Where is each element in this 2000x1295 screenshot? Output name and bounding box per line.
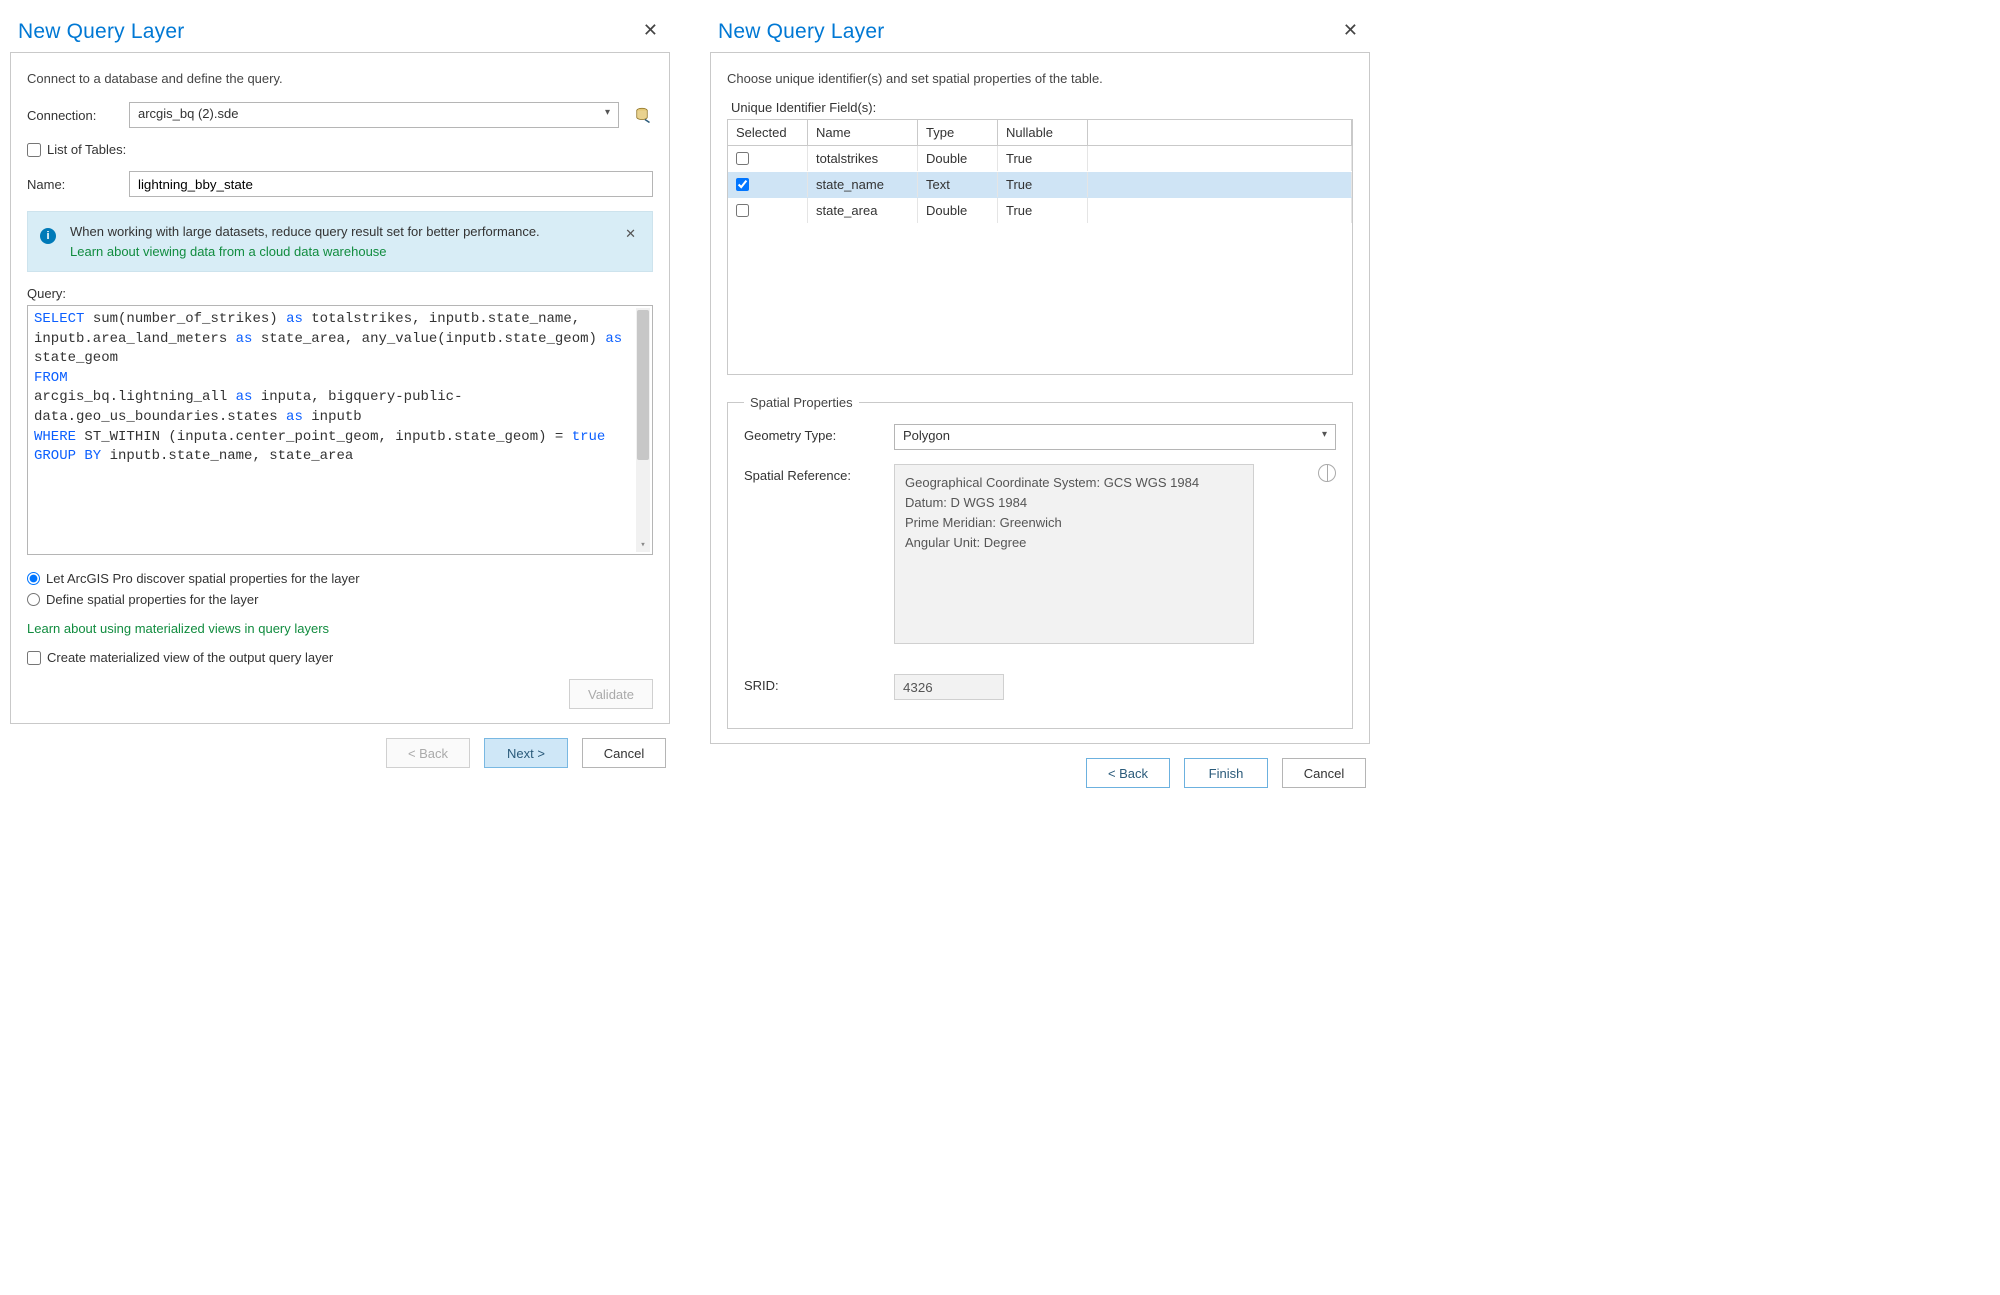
radio-define[interactable] (27, 593, 40, 606)
materialized-view-label: Create materialized view of the output q… (47, 650, 333, 665)
finish-button[interactable]: Finish (1184, 758, 1268, 788)
cell-nullable: True (998, 198, 1088, 223)
titlebar: New Query Layer ✕ (710, 10, 1370, 52)
cell-type: Text (918, 172, 998, 197)
query-label: Query: (27, 286, 653, 301)
uid-header-row: Selected Name Type Nullable (728, 120, 1352, 146)
geometry-type-label: Geometry Type: (744, 424, 874, 443)
uid-checkbox[interactable] (736, 204, 749, 217)
uid-checkbox[interactable] (736, 152, 749, 165)
srid-label: SRID: (744, 674, 874, 693)
spatial-properties-group: Spatial Properties Geometry Type: Polygo… (727, 395, 1353, 729)
dialog-title: New Query Layer (18, 20, 184, 44)
info-text: When working with large datasets, reduce… (70, 222, 607, 261)
table-row[interactable]: state_areaDoubleTrue (728, 198, 1352, 224)
validate-button[interactable]: Validate (569, 679, 653, 709)
spatial-reference-row: Spatial Reference: Geographical Coordina… (744, 464, 1336, 644)
cell-type: Double (918, 146, 998, 171)
wizard-footer: < Back Next > Cancel (10, 724, 670, 772)
validate-row: Validate (27, 679, 653, 709)
radio-discover-label: Let ArcGIS Pro discover spatial properti… (46, 571, 360, 586)
cell-type: Double (918, 198, 998, 223)
spatial-legend: Spatial Properties (744, 395, 859, 410)
spatial-reference-line: Geographical Coordinate System: GCS WGS … (905, 473, 1243, 493)
col-nullable: Nullable (998, 120, 1088, 146)
spatial-reference-line: Datum: D WGS 1984 (905, 493, 1243, 513)
list-tables-label: List of Tables: (47, 142, 126, 157)
scroll-thumb[interactable] (637, 310, 649, 460)
uid-table: Selected Name Type Nullable totalstrikes… (727, 119, 1353, 375)
radio-discover-row[interactable]: Let ArcGIS Pro discover spatial properti… (27, 571, 653, 586)
list-tables-checkbox[interactable] (27, 143, 41, 157)
geometry-type-dropdown[interactable]: Polygon (894, 424, 1336, 450)
info-close-icon[interactable]: ✕ (621, 222, 640, 246)
cell-nullable: True (998, 146, 1088, 171)
layer-name-input[interactable] (129, 171, 653, 197)
info-line: When working with large datasets, reduce… (70, 222, 607, 242)
cell-name: totalstrikes (808, 146, 918, 171)
spatial-reference-line: Prime Meridian: Greenwich (905, 513, 1243, 533)
info-icon: i (40, 228, 56, 244)
scrollbar[interactable]: ▴ ▾ (636, 308, 650, 552)
spatial-reference-box: Geographical Coordinate System: GCS WGS … (894, 464, 1254, 644)
close-icon[interactable]: ✕ (1339, 20, 1362, 41)
uid-table-empty-area (728, 224, 1352, 374)
database-connection-icon[interactable] (631, 104, 653, 126)
col-selected: Selected (728, 120, 808, 146)
geometry-type-value: Polygon (903, 428, 950, 443)
back-button[interactable]: < Back (386, 738, 470, 768)
list-tables-row: List of Tables: (27, 142, 653, 157)
close-icon[interactable]: ✕ (639, 20, 662, 41)
uid-checkbox[interactable] (736, 178, 749, 191)
query-textarea[interactable]: SELECT sum(number_of_strikes) as totalst… (27, 305, 653, 555)
connection-value: arcgis_bq (2).sde (138, 106, 238, 121)
radio-define-row[interactable]: Define spatial properties for the layer (27, 592, 653, 607)
table-row[interactable]: totalstrikesDoubleTrue (728, 146, 1352, 172)
globe-icon[interactable] (1318, 464, 1336, 482)
cell-name: state_area (808, 198, 918, 223)
name-label: Name: (27, 177, 117, 192)
wizard-footer: < Back Finish Cancel (710, 744, 1370, 792)
radio-define-label: Define spatial properties for the layer (46, 592, 258, 607)
cloud-warehouse-link[interactable]: Learn about viewing data from a cloud da… (70, 242, 607, 262)
cancel-button[interactable]: Cancel (582, 738, 666, 768)
connection-dropdown[interactable]: arcgis_bq (2).sde (129, 102, 619, 128)
spatial-reference-label: Spatial Reference: (744, 464, 874, 483)
srid-input (894, 674, 1004, 700)
step2-panel: Choose unique identifier(s) and set spat… (710, 52, 1370, 744)
query-layer-step1-dialog: New Query Layer ✕ Connect to a database … (10, 10, 670, 792)
name-row: Name: (27, 171, 653, 197)
uid-label: Unique Identifier Field(s): (727, 100, 1353, 115)
materialized-views-link[interactable]: Learn about using materialized views in … (27, 621, 653, 636)
table-row[interactable]: state_nameTextTrue (728, 172, 1352, 198)
connection-label: Connection: (27, 108, 117, 123)
connection-row: Connection: arcgis_bq (2).sde (27, 102, 653, 128)
next-button[interactable]: Next > (484, 738, 568, 768)
intro-text: Choose unique identifier(s) and set spat… (727, 71, 1353, 86)
col-name: Name (808, 120, 918, 146)
materialized-view-row: Create materialized view of the output q… (27, 650, 653, 665)
spatial-reference-line: Angular Unit: Degree (905, 533, 1243, 553)
srid-row: SRID: (744, 674, 1336, 700)
radio-discover[interactable] (27, 572, 40, 585)
materialized-view-checkbox[interactable] (27, 651, 41, 665)
col-spacer (1088, 120, 1352, 146)
scroll-down-icon[interactable]: ▾ (636, 538, 650, 552)
geometry-type-row: Geometry Type: Polygon (744, 424, 1336, 450)
cell-nullable: True (998, 172, 1088, 197)
col-type: Type (918, 120, 998, 146)
query-layer-step2-dialog: New Query Layer ✕ Choose unique identifi… (710, 10, 1370, 792)
dialog-title: New Query Layer (718, 20, 884, 44)
step1-panel: Connect to a database and define the que… (10, 52, 670, 724)
spatial-props-radio-group: Let ArcGIS Pro discover spatial properti… (27, 571, 653, 607)
cancel-button[interactable]: Cancel (1282, 758, 1366, 788)
performance-info-banner: i When working with large datasets, redu… (27, 211, 653, 272)
titlebar: New Query Layer ✕ (10, 10, 670, 52)
cell-name: state_name (808, 172, 918, 197)
back-button[interactable]: < Back (1086, 758, 1170, 788)
intro-text: Connect to a database and define the que… (27, 71, 653, 86)
